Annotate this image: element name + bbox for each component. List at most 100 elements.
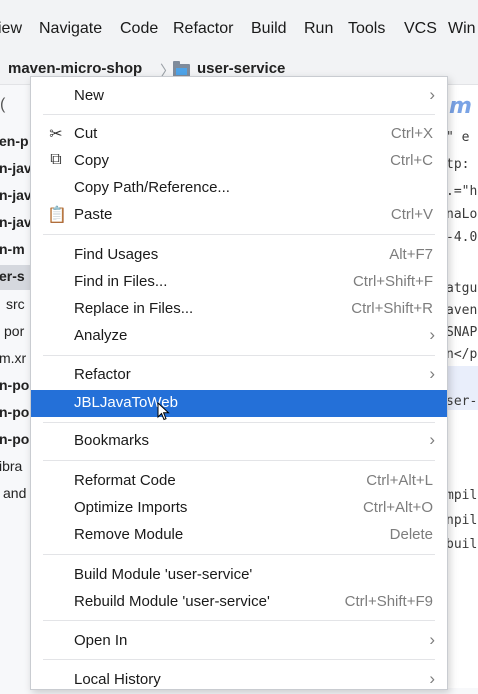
menu-item-label: Build Module 'user-service' [74, 566, 253, 583]
tree-item-selected[interactable]: er-s [0, 265, 32, 290]
submenu-arrow-icon: › [429, 669, 435, 688]
menu-code[interactable]: Code [120, 20, 158, 38]
menu-item-label: Reformat Code [74, 472, 176, 489]
menu-view[interactable]: iew [0, 20, 22, 38]
menu-item-label: Refactor [74, 366, 131, 383]
code-line: .="h [446, 184, 478, 199]
menu-item-label: Bookmarks [74, 432, 150, 449]
menu-item-label: New [74, 87, 105, 104]
breadcrumb-project[interactable]: maven-micro-shop [8, 60, 142, 77]
menu-item-shortcut: Ctrl+Shift+R [351, 300, 433, 317]
code-line: -4.0 [446, 230, 478, 245]
menu-item-label: Copy Path/Reference... [74, 179, 230, 196]
tree-item[interactable]: n-jav [0, 160, 32, 176]
code-line: tp: [446, 157, 470, 172]
menu-item-paste[interactable]: 📋 Paste Ctrl+V [31, 202, 447, 229]
submenu-arrow-icon: › [429, 85, 435, 104]
tree-collapse-icon[interactable]: ( [0, 96, 5, 114]
menu-separator [43, 234, 435, 235]
menu-item-open-in[interactable]: Open In › [31, 628, 447, 655]
menu-separator [43, 422, 435, 423]
code-line: npile [446, 513, 478, 528]
menu-item-reformat-code[interactable]: Reformat Code Ctrl+Alt+L [31, 468, 447, 495]
menu-item-bookmarks[interactable]: Bookmarks › [31, 428, 447, 455]
code-line: naLo [446, 207, 478, 222]
tree-item[interactable]: n-m [0, 241, 25, 257]
menu-item-remove-module[interactable]: Remove Module Delete [31, 522, 447, 549]
maven-m-icon: m [449, 94, 472, 119]
code-line: atgu [446, 281, 478, 296]
submenu-arrow-icon: › [429, 325, 435, 344]
menu-item-refactor[interactable]: Refactor › [31, 362, 447, 389]
menu-item-optimize-imports[interactable]: Optimize Imports Ctrl+Alt+O [31, 495, 447, 522]
tree-item[interactable]: n-jav [0, 187, 32, 203]
code-line: " e [446, 130, 470, 145]
menu-item-shortcut: Ctrl+Shift+F [352, 273, 433, 290]
menu-separator [43, 460, 435, 461]
menu-separator [43, 554, 435, 555]
menu-item-local-history[interactable]: Local History › [31, 667, 447, 694]
menu-refactor[interactable]: Refactor [173, 20, 233, 38]
tree-item[interactable]: src [6, 296, 25, 312]
menu-separator [43, 659, 435, 660]
menu-item-label: Replace in Files... [74, 300, 194, 317]
code-line: SNAP [446, 325, 478, 340]
menu-item-label: Optimize Imports [74, 499, 188, 516]
tree-item[interactable]: por [4, 323, 24, 339]
menu-item-label: Find Usages [74, 246, 159, 263]
tree-item[interactable]: en-p [0, 133, 29, 149]
menu-item-label: Copy [74, 152, 110, 169]
menu-item-label: Cut [74, 125, 98, 142]
copy-icon: ⧉ [50, 151, 62, 168]
code-line: buil [446, 537, 478, 552]
menu-item-rebuild-module[interactable]: Rebuild Module 'user-service' Ctrl+Shift… [31, 589, 447, 616]
code-line: mpile [446, 488, 478, 503]
menu-item-shortcut: Alt+F7 [389, 246, 433, 263]
menu-separator [43, 620, 435, 621]
code-line: n</p [446, 347, 478, 362]
menu-item-replace-in-files[interactable]: Replace in Files... Ctrl+Shift+R [31, 296, 447, 323]
menu-item-label: Analyze [74, 327, 128, 344]
menu-item-jbljavatoweb[interactable]: JBLJavaToWeb [31, 390, 447, 417]
tree-item[interactable]: n-jav [0, 214, 32, 230]
tree-item[interactable]: and [3, 485, 26, 501]
menu-run[interactable]: Run [304, 20, 333, 38]
clipboard-icon: 📋 [47, 207, 67, 224]
menu-item-shortcut: Ctrl+X [390, 125, 433, 142]
submenu-arrow-icon: › [429, 364, 435, 383]
submenu-arrow-icon: › [429, 630, 435, 649]
tree-item[interactable]: n-po [0, 377, 29, 393]
context-menu: New › ✂ Cut Ctrl+X ⧉ Copy Ctrl+C Copy Pa… [30, 76, 448, 690]
code-line: aven [446, 303, 478, 318]
menu-item-shortcut: Ctrl+Shift+F9 [344, 593, 433, 610]
menu-tools[interactable]: Tools [348, 20, 385, 38]
menu-item-build-module[interactable]: Build Module 'user-service' [31, 562, 447, 589]
menu-build[interactable]: Build [251, 20, 287, 38]
menu-vcs[interactable]: VCS [404, 20, 437, 38]
tree-item[interactable]: ibra [0, 458, 22, 474]
menu-item-label: Find in Files... [74, 273, 168, 290]
menu-item-copy-path[interactable]: Copy Path/Reference... [31, 175, 447, 202]
submenu-arrow-icon: › [429, 430, 435, 449]
menu-item-shortcut: Ctrl+Alt+L [366, 472, 433, 489]
menu-item-shortcut: Delete [389, 526, 433, 543]
menu-window[interactable]: Win [448, 20, 476, 38]
scissors-icon: ✂ [49, 126, 63, 143]
menu-item-cut[interactable]: ✂ Cut Ctrl+X [31, 121, 447, 148]
menu-item-copy[interactable]: ⧉ Copy Ctrl+C [31, 148, 447, 175]
tree-item[interactable]: n-po [0, 404, 29, 420]
tree-item[interactable]: m.xr [0, 350, 26, 366]
menu-item-shortcut: Ctrl+C [390, 152, 433, 169]
menu-item-find-in-files[interactable]: Find in Files... Ctrl+Shift+F [31, 269, 447, 296]
menu-item-analyze[interactable]: Analyze › [31, 323, 447, 350]
menu-navigate[interactable]: Navigate [39, 20, 102, 38]
menu-item-new[interactable]: New › [31, 83, 447, 110]
tree-item[interactable]: n-po [0, 431, 29, 447]
main-menu-bar: iew Navigate Code Refactor Build Run Too… [0, 0, 478, 58]
menu-separator [43, 355, 435, 356]
menu-item-find-usages[interactable]: Find Usages Alt+F7 [31, 242, 447, 269]
menu-item-label: Remove Module [74, 526, 184, 543]
mouse-pointer-icon [157, 402, 170, 421]
breadcrumb-module[interactable]: user-service [197, 60, 285, 77]
code-editor[interactable]: " e tp: .="h naLo -4.0 atgu aven SNAP n<… [446, 85, 478, 688]
